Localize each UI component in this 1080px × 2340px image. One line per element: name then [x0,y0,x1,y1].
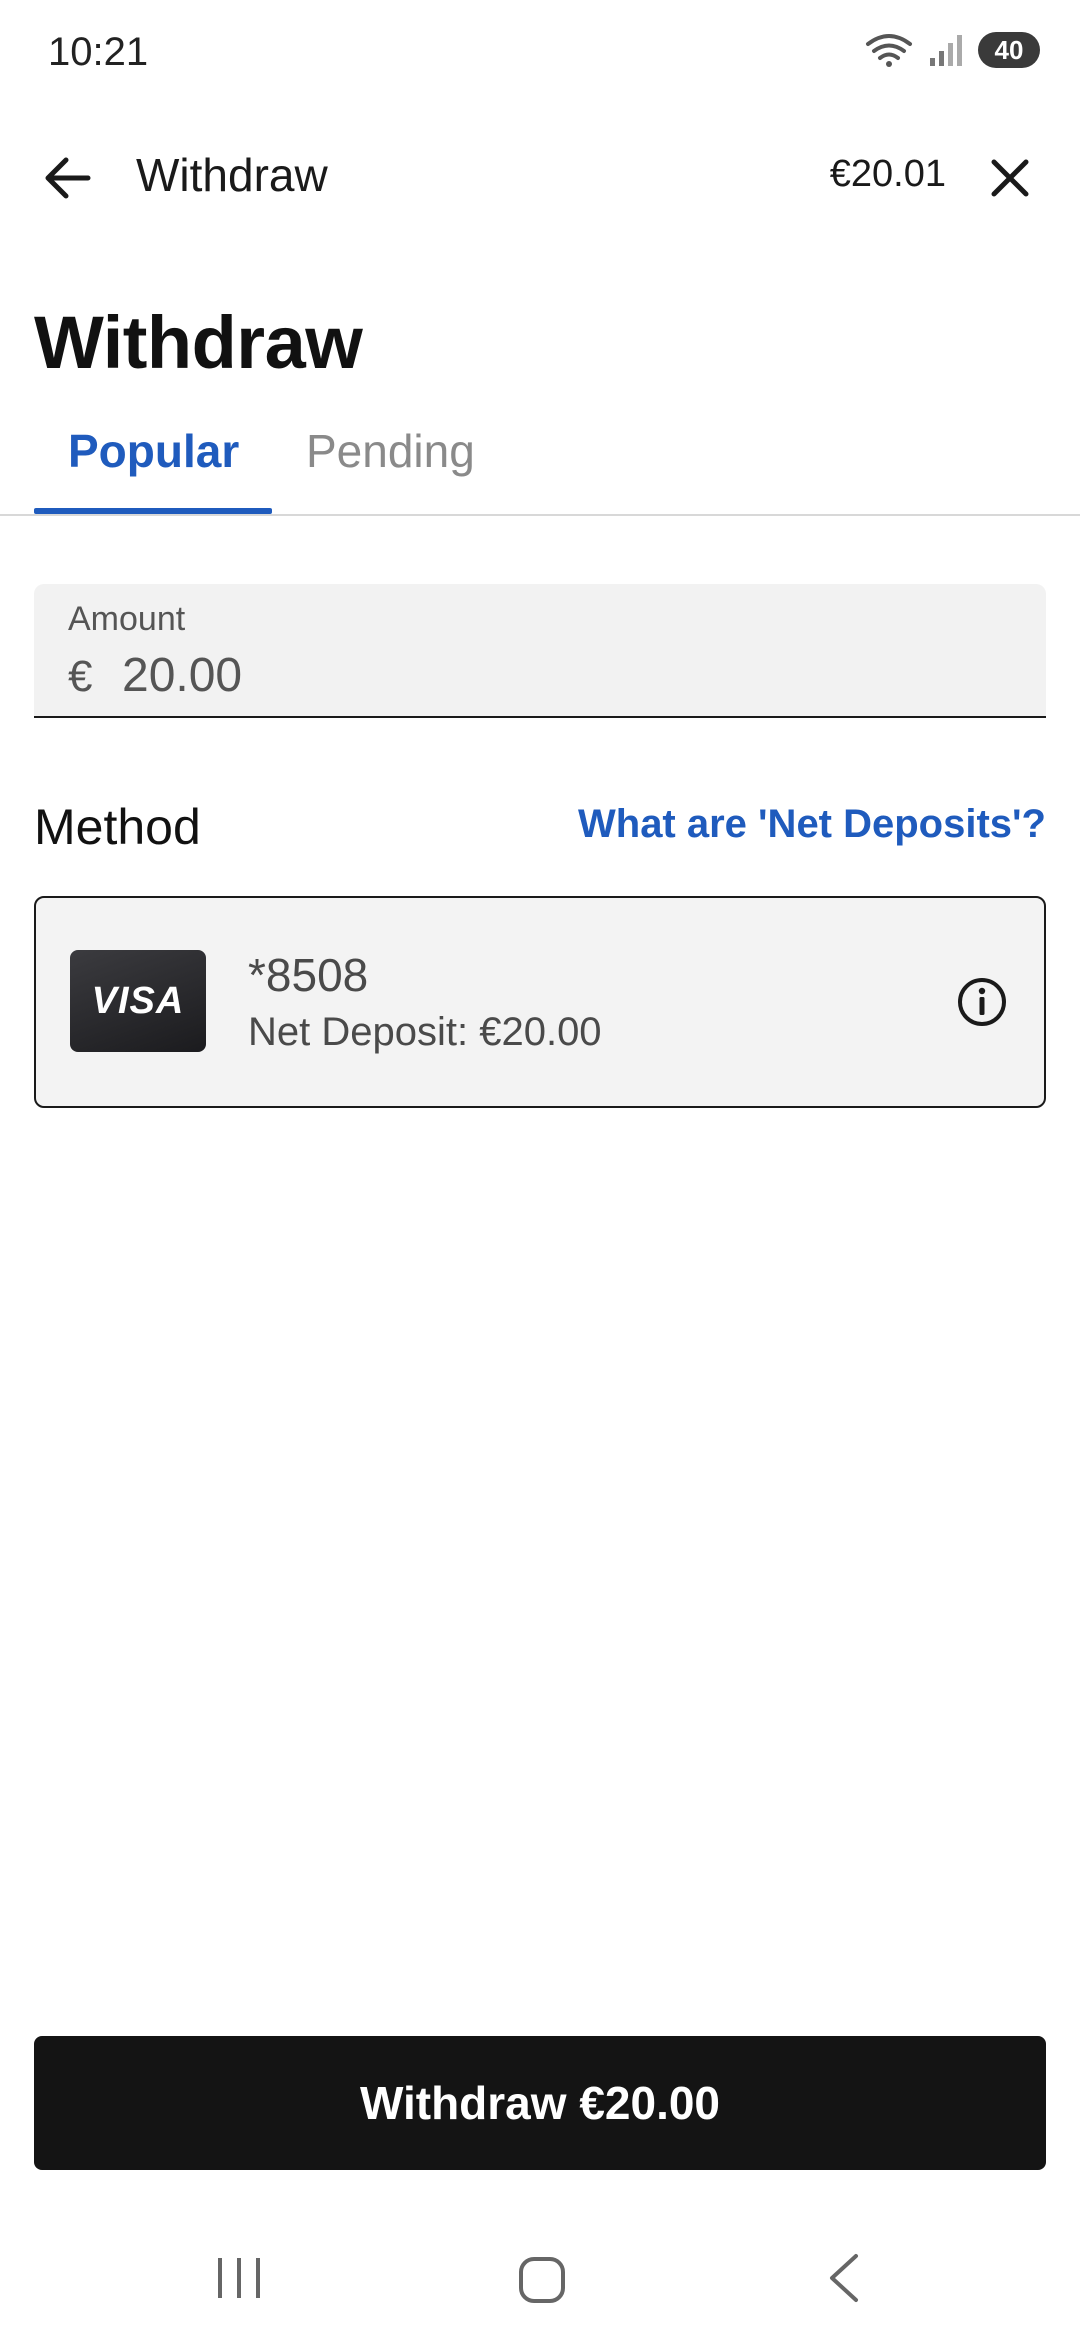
card-number: *8508 [248,949,369,1001]
tab-pending[interactable]: Pending [306,424,475,478]
withdraw-button[interactable]: Withdraw €20.00 [34,2036,1046,2170]
net-deposit-text: Net Deposit: €20.00 [248,1010,602,1054]
amount-field[interactable]: Amount € 20.00 [34,584,1046,718]
home-icon[interactable] [518,2256,566,2304]
withdraw-button-label: Withdraw €20.00 [359,2077,721,2129]
close-icon[interactable] [982,150,1038,206]
back-arrow-icon[interactable] [38,148,98,208]
visa-logo: VISA [70,950,206,1052]
wifi-icon [866,34,912,67]
battery-icon: 40 [978,32,1040,68]
balance-display: €20.01 [829,153,946,195]
tab-divider [0,514,1080,516]
app-bar-title: Withdraw [136,149,328,201]
back-icon[interactable] [824,2252,864,2304]
amount-input[interactable]: 20.00 [122,648,242,703]
page-title: Withdraw [34,301,363,384]
info-icon[interactable] [956,976,1008,1028]
amount-label: Amount [68,600,186,638]
currency-symbol: € [68,652,93,701]
net-deposits-help-link[interactable]: What are 'Net Deposits'? [578,802,1046,847]
tab-popular[interactable]: Popular [68,424,239,478]
card-brand: VISA [91,979,185,1022]
cell-signal-icon [930,35,962,66]
payment-method-card[interactable]: VISA *8508 Net Deposit: €20.00 [34,896,1046,1108]
status-time: 10:21 [48,30,149,74]
status-icons: 40 [864,32,1040,68]
recents-icon[interactable] [216,2256,262,2300]
battery-level: 40 [994,34,1024,65]
method-title: Method [34,799,201,855]
